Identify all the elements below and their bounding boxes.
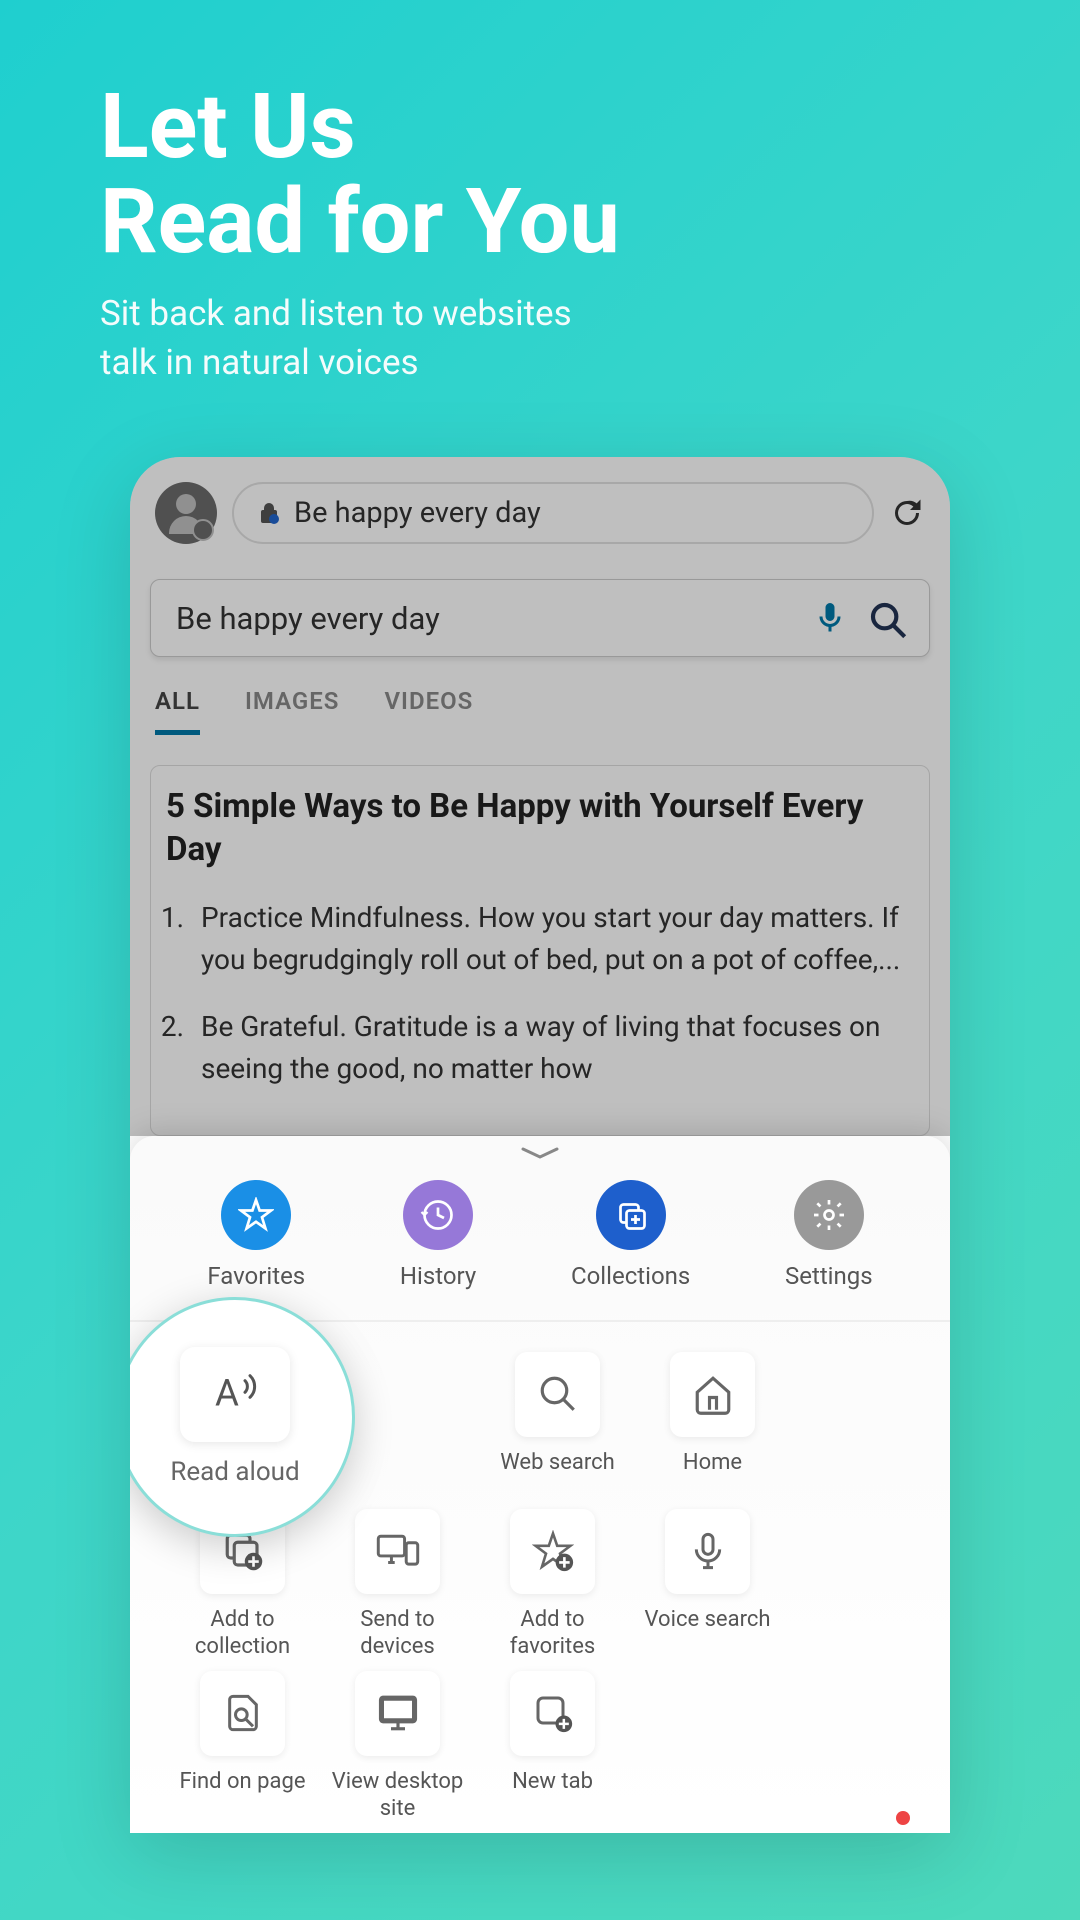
- new-tab-label: New tab: [512, 1768, 593, 1818]
- promo-subtitle-line2: talk in natural voices: [100, 338, 980, 387]
- settings-label: Settings: [785, 1262, 873, 1290]
- tool-web-search[interactable]: Web search: [485, 1352, 630, 1499]
- add-favorites-label: Add to favorites: [480, 1606, 625, 1661]
- profile-add-icon: [192, 519, 214, 541]
- read-aloud-highlight[interactable]: A Read aloud: [130, 1297, 355, 1537]
- lock-icon: [259, 501, 279, 525]
- read-aloud-icon: A: [180, 1347, 290, 1442]
- sheet-handle[interactable]: [130, 1136, 950, 1170]
- search-result-card: 5 Simple Ways to Be Happy with Yourself …: [150, 765, 930, 1136]
- add-collection-label: Add to collection: [170, 1606, 315, 1661]
- gear-icon: [794, 1180, 864, 1250]
- desktop-icon: [355, 1671, 440, 1756]
- reload-button[interactable]: [889, 495, 925, 531]
- url-bar[interactable]: Be happy every day: [232, 482, 874, 544]
- desktop-site-label: View desktop site: [325, 1768, 470, 1823]
- profile-button[interactable]: [155, 482, 217, 544]
- tool-desktop-site[interactable]: View desktop site: [325, 1671, 470, 1823]
- search-input-text: Be happy every day: [176, 600, 792, 637]
- tab-videos[interactable]: VIDEOS: [384, 687, 473, 735]
- tab-all[interactable]: ALL: [155, 687, 200, 735]
- home-label: Home: [683, 1449, 742, 1499]
- collections-label: Collections: [571, 1262, 690, 1290]
- search-bar[interactable]: Be happy every day: [150, 579, 930, 657]
- search-icon: [515, 1352, 600, 1437]
- voice-search-label: Voice search: [645, 1606, 771, 1656]
- tool-find-page[interactable]: Find on page: [170, 1671, 315, 1823]
- new-tab-icon: [510, 1671, 595, 1756]
- promo-title-line1: Let Us: [100, 80, 980, 175]
- tool-voice-search[interactable]: Voice search: [635, 1509, 780, 1661]
- tool-send-devices[interactable]: Send to devices: [325, 1509, 470, 1661]
- find-page-label: Find on page: [179, 1768, 305, 1818]
- notification-dot: [896, 1811, 910, 1825]
- tab-images[interactable]: IMAGES: [245, 687, 340, 735]
- microphone-icon[interactable]: [812, 600, 848, 636]
- article-title: 5 Simple Ways to Be Happy with Yourself …: [166, 786, 914, 872]
- action-settings[interactable]: Settings: [785, 1180, 873, 1290]
- action-history[interactable]: History: [400, 1180, 476, 1290]
- star-icon: [221, 1180, 291, 1250]
- history-label: History: [400, 1262, 476, 1290]
- microphone-icon: [665, 1509, 750, 1594]
- browser-view-dimmed: Be happy every day Be happy every day AL…: [130, 457, 950, 1136]
- tools-grid: A Read aloud Web search Home: [130, 1322, 950, 1833]
- article-item-1: Practice Mindfulness. How you start your…: [191, 897, 914, 981]
- send-devices-label: Send to devices: [325, 1606, 470, 1661]
- add-favorites-icon: [510, 1509, 595, 1594]
- article-item-2: Be Grateful. Gratitude is a way of livin…: [191, 1006, 914, 1090]
- bottom-sheet: Favorites History Collections Settings: [130, 1136, 950, 1833]
- tool-add-favorites[interactable]: Add to favorites: [480, 1509, 625, 1661]
- home-icon: [670, 1352, 755, 1437]
- promo-subtitle-line1: Sit back and listen to websites: [100, 289, 980, 338]
- action-favorites[interactable]: Favorites: [207, 1180, 305, 1290]
- svg-text:A: A: [215, 1372, 239, 1415]
- browser-top-bar: Be happy every day: [130, 457, 950, 559]
- read-aloud-label: Read aloud: [170, 1457, 299, 1487]
- promo-title: Let Us Read for You: [100, 80, 980, 269]
- article-list: Practice Mindfulness. How you start your…: [166, 897, 914, 1090]
- collections-icon: [596, 1180, 666, 1250]
- web-search-label: Web search: [500, 1449, 615, 1499]
- send-devices-icon: [355, 1509, 440, 1594]
- promo-subtitle: Sit back and listen to websites talk in …: [100, 289, 980, 387]
- tool-new-tab[interactable]: New tab: [480, 1671, 625, 1823]
- favorites-label: Favorites: [207, 1262, 305, 1290]
- search-icon[interactable]: [868, 600, 904, 636]
- phone-frame: Be happy every day Be happy every day AL…: [130, 457, 950, 1833]
- promo-header: Let Us Read for You Sit back and listen …: [0, 0, 1080, 427]
- find-page-icon: [200, 1671, 285, 1756]
- action-collections[interactable]: Collections: [571, 1180, 690, 1290]
- promo-title-line2: Read for You: [100, 175, 980, 270]
- search-tabs: ALL IMAGES VIDEOS: [130, 657, 950, 735]
- tool-home[interactable]: Home: [640, 1352, 785, 1499]
- url-text: Be happy every day: [294, 496, 541, 530]
- history-icon: [403, 1180, 473, 1250]
